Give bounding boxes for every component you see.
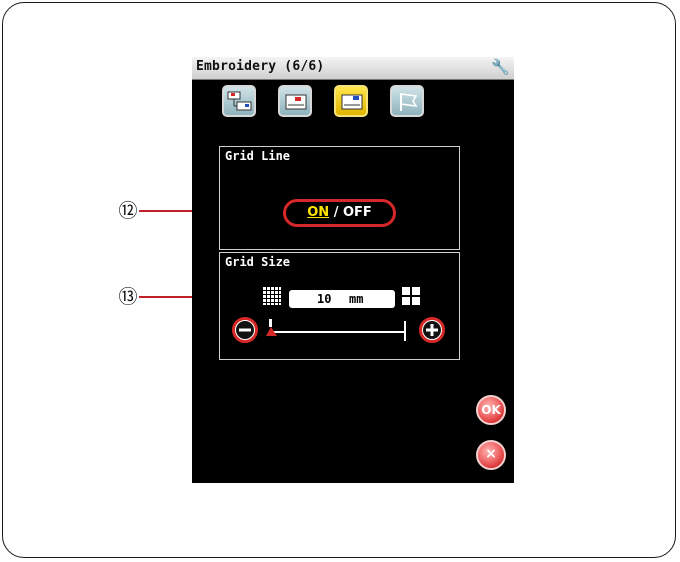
cancel-button[interactable]: × [476,440,506,470]
ok-button[interactable]: OK [476,395,506,425]
tab-3[interactable] [334,85,368,117]
grid-line-on-option[interactable]: ON [307,205,329,220]
grid-size-slider-end [404,321,406,341]
decrease-button[interactable] [232,317,258,343]
window-title: Embroidery (6/6) [196,59,325,74]
grid-size-value: 10 [317,292,332,306]
slider-thumb-icon[interactable] [265,319,279,337]
coarse-grid-icon [402,287,420,305]
callout-number-12: ⑫ [118,200,138,222]
callout-number-13: ⑬ [118,286,138,308]
grid-line-label: Grid Line [225,149,291,163]
title-bar: Embroidery (6/6) 🔧 [192,57,514,80]
tab-2-icon [285,94,307,110]
fine-grid-icon [263,287,281,305]
grid-size-field: 10 mm [289,290,395,308]
tab-4[interactable] [390,85,424,117]
grid-line-off-option[interactable]: OFF [343,205,372,220]
flag-icon [400,93,418,111]
tab-1-icon [227,91,252,111]
plus-icon [423,321,441,339]
lcd-screen: Embroidery (6/6) 🔧 Grid Line ON / OFF Gr… [192,57,514,483]
grid-size-slider-track[interactable] [271,331,406,333]
grid-line-panel: Grid Line [219,146,460,250]
minus-icon [236,321,254,339]
grid-size-unit: mm [349,292,364,306]
tab-1[interactable] [222,85,256,117]
grid-line-toggle[interactable]: ON / OFF [283,199,396,227]
increase-button[interactable] [419,317,445,343]
grid-size-label: Grid Size [225,255,291,269]
grid-line-separator: / [333,205,339,220]
tab-2[interactable] [278,85,312,117]
wrench-icon[interactable]: 🔧 [491,58,510,76]
tab-3-icon [341,94,363,110]
